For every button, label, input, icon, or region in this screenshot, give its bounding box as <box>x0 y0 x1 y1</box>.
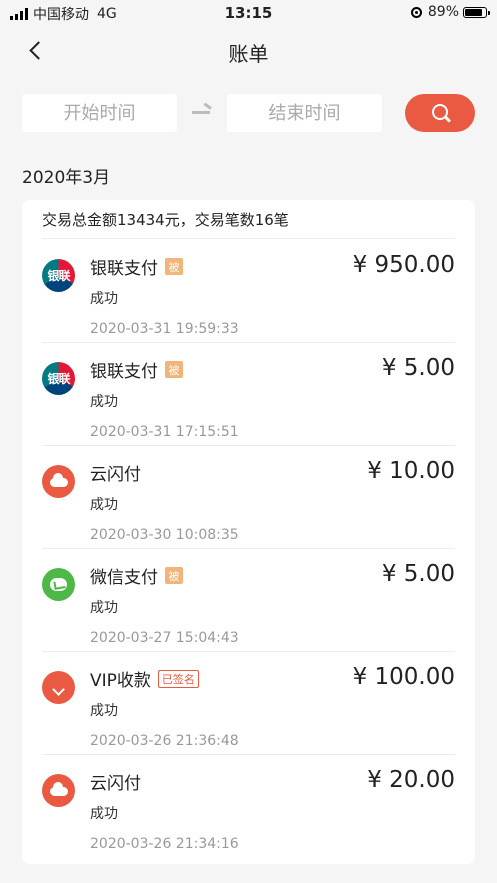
arrow-right-icon <box>192 111 210 114</box>
transaction-name: 银联支付 <box>90 362 158 382</box>
nav-bar: 账单 <box>0 26 497 76</box>
summary-text: 交易总金额13434元，交易笔数16笔 <box>42 211 289 229</box>
transaction-title: 微信支付 被 <box>90 563 183 588</box>
transaction-row[interactable]: VIP收款 已签名 成功 2020-03-26 21:36:48 ¥ 100.0… <box>22 651 475 754</box>
transaction-row[interactable]: 银联 银联支付 被 成功 2020-03-31 17:15:51 ¥ 5.00 <box>22 342 475 445</box>
transaction-name: 微信支付 <box>90 568 158 588</box>
transaction-name: VIP收款 <box>90 671 151 691</box>
transaction-status: 成功 <box>90 497 118 513</box>
signed-tag: 已签名 <box>157 669 199 688</box>
status-bar: 中国移动 4G 13:15 89% <box>0 0 497 26</box>
bill-card: 交易总金额13434元，交易笔数16笔 银联 银联支付 被 成功 2020-03… <box>22 200 475 864</box>
transaction-status: 成功 <box>90 806 118 822</box>
transaction-amount: ¥ 100.00 <box>352 664 455 690</box>
end-time-input[interactable] <box>227 94 382 132</box>
unionpay-icon: 银联 <box>42 362 75 395</box>
transaction-row[interactable]: 微信支付 被 成功 2020-03-27 15:04:43 ¥ 5.00 <box>22 548 475 651</box>
transaction-time: 2020-03-27 15:04:43 <box>90 630 239 646</box>
passive-tag: 被 <box>165 258 183 275</box>
transaction-title: 云闪付 <box>90 769 141 794</box>
transaction-amount: ¥ 950.00 <box>352 252 455 278</box>
transaction-status: 成功 <box>90 600 118 616</box>
cloud-quickpass-icon <box>42 465 75 498</box>
transaction-amount: ¥ 5.00 <box>381 355 455 381</box>
battery-icon <box>463 6 490 18</box>
transaction-row[interactable]: 云闪付 成功 2020-03-30 10:08:35 ¥ 10.00 <box>22 445 475 548</box>
transaction-time: 2020-03-30 10:08:35 <box>90 527 239 543</box>
transaction-status: 成功 <box>90 703 118 719</box>
month-header: 2020年3月 <box>22 168 111 188</box>
status-right: 89% <box>410 4 490 20</box>
wechat-pay-icon <box>42 568 75 601</box>
transaction-title: VIP收款 已签名 <box>90 666 199 691</box>
transaction-row[interactable]: 银联 银联支付 被 成功 2020-03-31 19:59:33 ¥ 950.0… <box>22 239 475 342</box>
transaction-time: 2020-03-26 21:34:16 <box>90 836 239 852</box>
transaction-amount: ¥ 10.00 <box>367 458 455 484</box>
orientation-lock-icon <box>410 6 422 18</box>
transaction-name: 云闪付 <box>90 465 141 485</box>
transaction-row[interactable]: 云闪付 成功 2020-03-26 21:34:16 ¥ 20.00 <box>22 754 475 857</box>
transaction-amount: ¥ 5.00 <box>381 561 455 587</box>
page-title: 账单 <box>228 42 269 66</box>
transaction-status: 成功 <box>90 291 118 307</box>
transaction-amount: ¥ 20.00 <box>367 767 455 793</box>
start-time-input[interactable] <box>22 94 177 132</box>
passive-tag: 被 <box>165 567 183 584</box>
transaction-time: 2020-03-26 21:36:48 <box>90 733 239 749</box>
passive-tag: 被 <box>165 361 183 378</box>
search-icon <box>432 104 448 120</box>
battery-percent: 89% <box>427 4 459 20</box>
cloud-quickpass-icon <box>42 774 75 807</box>
date-filter <box>0 94 497 132</box>
transaction-title: 云闪付 <box>90 460 141 485</box>
vip-payment-icon <box>42 671 75 704</box>
unionpay-icon: 银联 <box>42 259 75 292</box>
transaction-time: 2020-03-31 17:15:51 <box>90 424 239 440</box>
transaction-time: 2020-03-31 19:59:33 <box>90 321 239 337</box>
transaction-name: 云闪付 <box>90 774 141 794</box>
transaction-title: 银联支付 被 <box>90 357 183 382</box>
search-button[interactable] <box>405 94 475 132</box>
transaction-status: 成功 <box>90 394 118 410</box>
transaction-title: 银联支付 被 <box>90 254 183 279</box>
transaction-name: 银联支付 <box>90 259 158 279</box>
